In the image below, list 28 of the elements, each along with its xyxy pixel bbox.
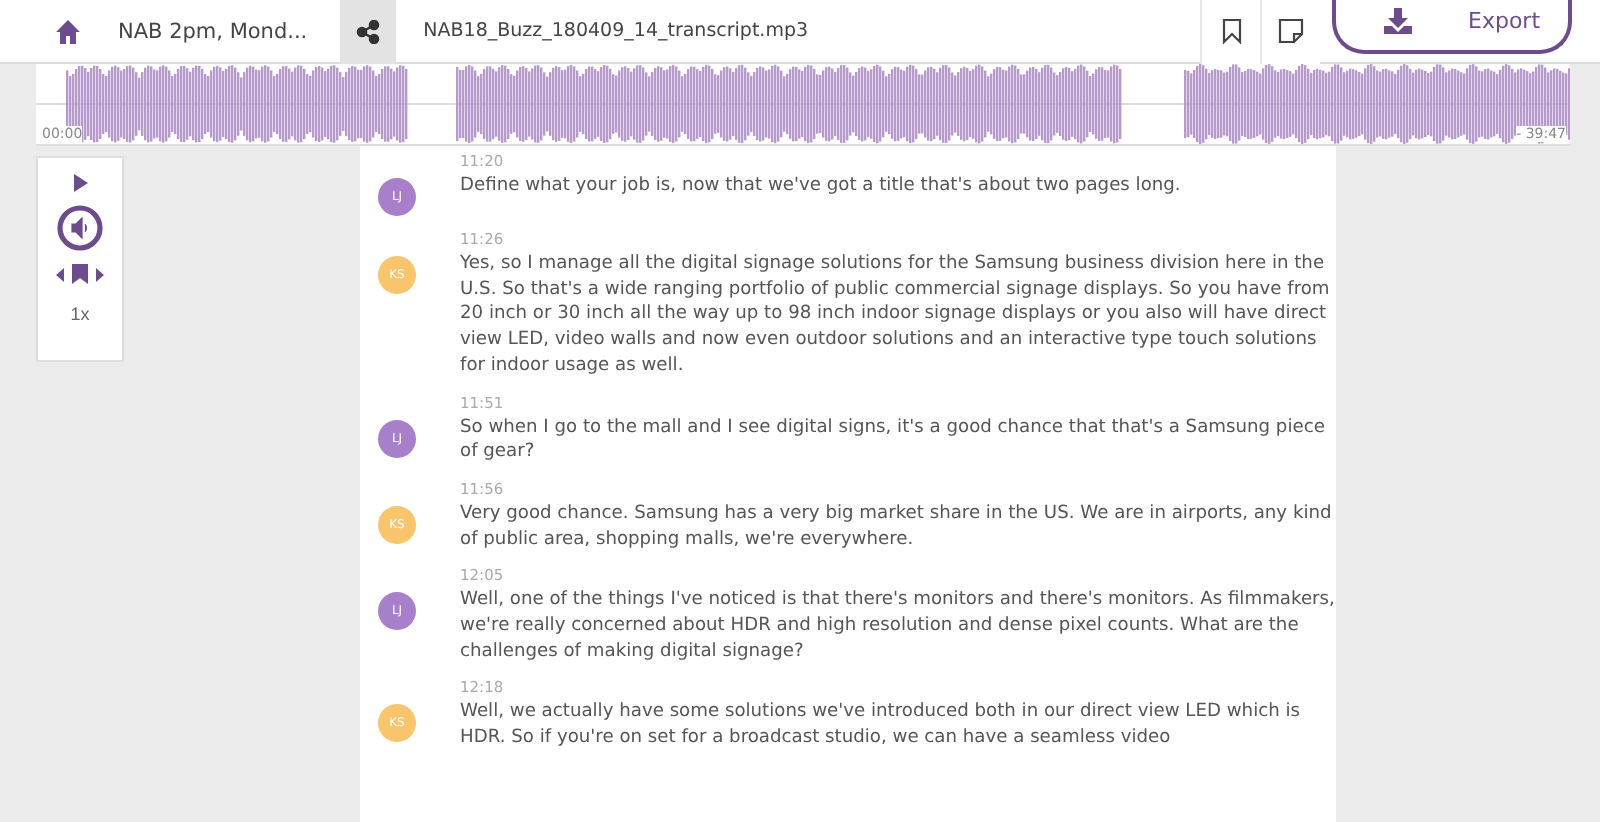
share-icon	[355, 19, 380, 43]
speed-button[interactable]: 1x	[70, 304, 90, 324]
bookmark-button[interactable]	[1200, 0, 1260, 63]
bookmark-icon	[72, 264, 88, 284]
bookmark-button[interactable]	[72, 264, 88, 284]
play-icon	[72, 174, 88, 192]
right-arrow-icon	[96, 267, 104, 281]
file-name: NAB18_Buzz_180409_14_transcript.mp3	[423, 20, 809, 42]
document-title: NAB 2pm, Mond...	[118, 19, 308, 43]
home-icon[interactable]	[54, 17, 82, 45]
download-icon	[1384, 8, 1412, 34]
transcript-text: Yes, so I manage all the digital signage solutions for the Samsung business division here in the U.S. So that's a wide ranging portfolio of public commercial signage displays. So you have from 20 inch or 30 inch all the way up to 98 inch indoor signage displays or you also will have direct view LED, video walls and now even outdoor solutions and an interactive type touch solutions for indoor usage as well.	[460, 252, 1332, 380]
transcript-text: So when I go to the mall and I see digital signs, it's a good chance that that's a Samsung piece of gear?	[460, 415, 1327, 466]
note-button[interactable]	[1260, 0, 1320, 63]
export-button[interactable]: Export	[1332, 0, 1572, 53]
transcript-text: Very good chance. Samsung has a very big market share in the US. We are in airports, any kind of public area, shopping malls, we're everywhere.	[460, 501, 1334, 553]
note-icon	[1278, 18, 1304, 44]
volume-button[interactable]	[56, 204, 104, 252]
transcript-text: Well, we actually have some solutions we've introduced both in our direct view LED which is HDR. So if you're on set for a broadcast studio, we can have a seamless video	[460, 700, 1303, 752]
play-button[interactable]	[72, 174, 88, 192]
speaker-icon	[56, 204, 104, 252]
transcript-text: Define what your job is, now that we've got a title that's about two pages long.	[460, 174, 1183, 200]
transcript-text: Well, one of the things I've noticed is that there's monitors and there's monitors. As filmmakers, we're really concerned about HDR and high resolution and dense pixel counts. What are the challenges of making digital signage?	[460, 588, 1336, 665]
previous-bookmark-button[interactable]	[56, 267, 64, 281]
bookmark-icon	[1221, 18, 1241, 44]
left-arrow-icon	[56, 267, 64, 281]
next-bookmark-button[interactable]	[96, 267, 104, 281]
share-button[interactable]	[339, 0, 396, 63]
